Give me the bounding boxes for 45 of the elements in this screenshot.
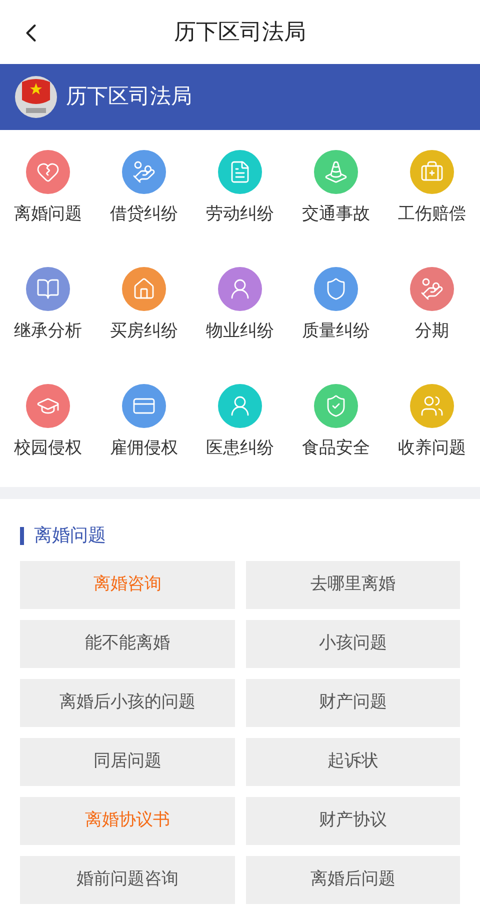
- category-label: 收养问题: [398, 437, 466, 460]
- topic-button[interactable]: 财产协议: [246, 797, 460, 845]
- category-label: 借贷纠纷: [110, 203, 178, 226]
- category-label: 食品安全: [302, 437, 370, 460]
- topic-button[interactable]: 能不能离婚: [20, 620, 234, 668]
- category-item[interactable]: 继承分析: [0, 267, 96, 384]
- category-item[interactable]: 物业纠纷: [192, 267, 288, 384]
- topic-button[interactable]: 财产问题: [246, 679, 460, 727]
- category-label: 工伤赔偿: [398, 203, 466, 226]
- topic-button[interactable]: 小孩问题: [246, 620, 460, 668]
- category-item[interactable]: 质量纠纷: [288, 267, 384, 384]
- category-item[interactable]: 交通事故: [288, 150, 384, 267]
- category-label: 分期: [415, 320, 449, 343]
- category-item[interactable]: 校园侵权: [0, 384, 96, 501]
- category-item[interactable]: 离婚问题: [0, 150, 96, 267]
- category-label: 雇佣侵权: [110, 437, 178, 460]
- category-label: 继承分析: [14, 320, 82, 343]
- category-label: 劳动纠纷: [206, 203, 274, 226]
- category-label: 医患纠纷: [206, 437, 274, 460]
- category-label: 物业纠纷: [206, 320, 274, 343]
- topic-button[interactable]: 离婚后问题: [246, 856, 460, 904]
- category-item[interactable]: 借贷纠纷: [96, 150, 192, 267]
- category-label: 质量纠纷: [302, 320, 370, 343]
- category-item[interactable]: 雇佣侵权: [96, 384, 192, 501]
- emblem-icon: [14, 74, 58, 120]
- category-item[interactable]: 食品安全: [288, 384, 384, 501]
- category-label: 校园侵权: [14, 437, 82, 460]
- topic-button[interactable]: 离婚后小孩的问题: [20, 679, 234, 727]
- topic-button[interactable]: 婚前问题咨询: [20, 856, 234, 904]
- category-label: 交通事故: [302, 203, 370, 226]
- topic-button[interactable]: 去哪里离婚: [246, 561, 460, 609]
- page-title: 历下区司法局: [174, 18, 306, 46]
- category-item[interactable]: 分期: [384, 267, 480, 384]
- banner-title: 历下区司法局: [66, 83, 192, 110]
- topic-button[interactable]: 同居问题: [20, 738, 234, 786]
- section-marker: [20, 526, 24, 544]
- category-label: 买房纠纷: [110, 320, 178, 343]
- category-item[interactable]: 工伤赔偿: [384, 150, 480, 267]
- topic-button[interactable]: 起诉状: [246, 738, 460, 786]
- category-item[interactable]: 买房纠纷: [96, 267, 192, 384]
- section-title: 离婚问题: [34, 524, 106, 548]
- category-item[interactable]: 医患纠纷: [192, 384, 288, 501]
- category-item[interactable]: 收养问题: [384, 384, 480, 501]
- category-label: 离婚问题: [14, 203, 82, 226]
- category-item[interactable]: 劳动纠纷: [192, 150, 288, 267]
